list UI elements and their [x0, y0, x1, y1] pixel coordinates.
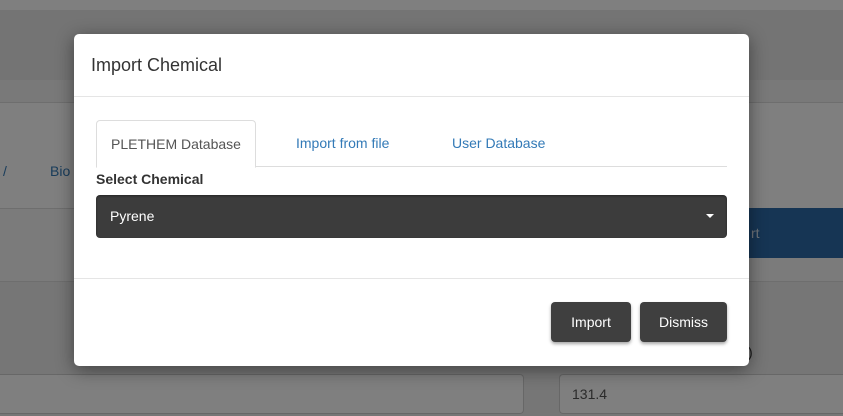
- select-chemical-label: Select Chemical: [96, 171, 204, 187]
- modal-header: Import Chemical: [74, 34, 749, 97]
- caret-down-icon: [706, 214, 714, 218]
- import-tabs: PLETHEM Database Import from file User D…: [96, 120, 727, 168]
- import-button[interactable]: Import: [551, 302, 631, 342]
- modal-footer: Import Dismiss: [74, 278, 749, 366]
- tab-plethem-database[interactable]: PLETHEM Database: [96, 120, 256, 168]
- tab-import-from-file[interactable]: Import from file: [296, 120, 389, 166]
- chemical-select-value: Pyrene: [110, 208, 155, 224]
- tab-user-database[interactable]: User Database: [452, 120, 545, 166]
- import-chemical-modal: Import Chemical PLETHEM Database Import …: [74, 34, 749, 366]
- chemical-select[interactable]: Pyrene: [96, 195, 727, 238]
- app-window: / Bio rt ) 131.4 Import Chemical PLETHEM…: [0, 0, 843, 416]
- dismiss-button[interactable]: Dismiss: [640, 302, 727, 342]
- modal-title: Import Chemical: [91, 55, 223, 75]
